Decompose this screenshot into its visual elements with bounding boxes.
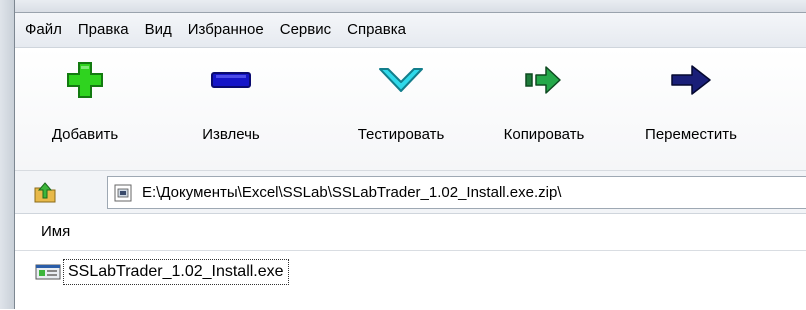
toolbar: Добавить Извлечь Тестировать Копировать … xyxy=(15,48,806,171)
archive-file-icon xyxy=(114,184,132,201)
window-frame-top xyxy=(0,0,806,12)
move-arrow-icon xyxy=(661,56,721,104)
column-header-name[interactable]: Имя xyxy=(41,214,70,250)
menu-tools[interactable]: Сервис xyxy=(272,13,339,47)
minus-icon xyxy=(201,56,261,104)
address-bar: E:\Документы\Excel\SSLab\SSLabTrader_1.0… xyxy=(15,171,806,214)
copy-label: Копировать xyxy=(503,126,585,143)
checkmark-icon xyxy=(371,56,431,104)
menu-view[interactable]: Вид xyxy=(137,13,180,47)
exe-file-icon xyxy=(35,264,61,280)
move-button[interactable]: Переместить xyxy=(627,54,755,162)
folder-up-icon[interactable] xyxy=(33,180,57,204)
address-path: E:\Документы\Excel\SSLab\SSLabTrader_1.0… xyxy=(142,184,562,201)
copy-arrow-icon xyxy=(514,56,574,104)
menu-help[interactable]: Справка xyxy=(339,13,414,47)
add-label: Добавить xyxy=(51,126,119,143)
test-button[interactable]: Тестировать xyxy=(335,54,467,162)
add-button[interactable]: Добавить xyxy=(43,54,127,162)
menu-favorites[interactable]: Избранное xyxy=(180,13,272,47)
list-item[interactable]: SSLabTrader_1.02_Install.exe xyxy=(35,259,289,285)
menu-edit[interactable]: Правка xyxy=(70,13,137,47)
address-field[interactable]: E:\Документы\Excel\SSLab\SSLabTrader_1.0… xyxy=(107,176,806,209)
menu-file[interactable]: Файл xyxy=(15,13,70,47)
test-label: Тестировать xyxy=(357,126,445,143)
archive-window: Файл Правка Вид Избранное Сервис Справка… xyxy=(15,12,806,310)
move-label: Переместить xyxy=(645,126,737,143)
window-frame-left xyxy=(0,0,15,309)
file-name: SSLabTrader_1.02_Install.exe xyxy=(63,259,289,285)
list-header: Имя xyxy=(15,214,806,251)
copy-button[interactable]: Копировать xyxy=(489,54,599,162)
extract-label: Извлечь xyxy=(202,126,260,143)
menu-bar: Файл Правка Вид Избранное Сервис Справка xyxy=(15,13,806,48)
extract-button[interactable]: Извлечь xyxy=(195,54,267,162)
plus-icon xyxy=(55,56,115,104)
